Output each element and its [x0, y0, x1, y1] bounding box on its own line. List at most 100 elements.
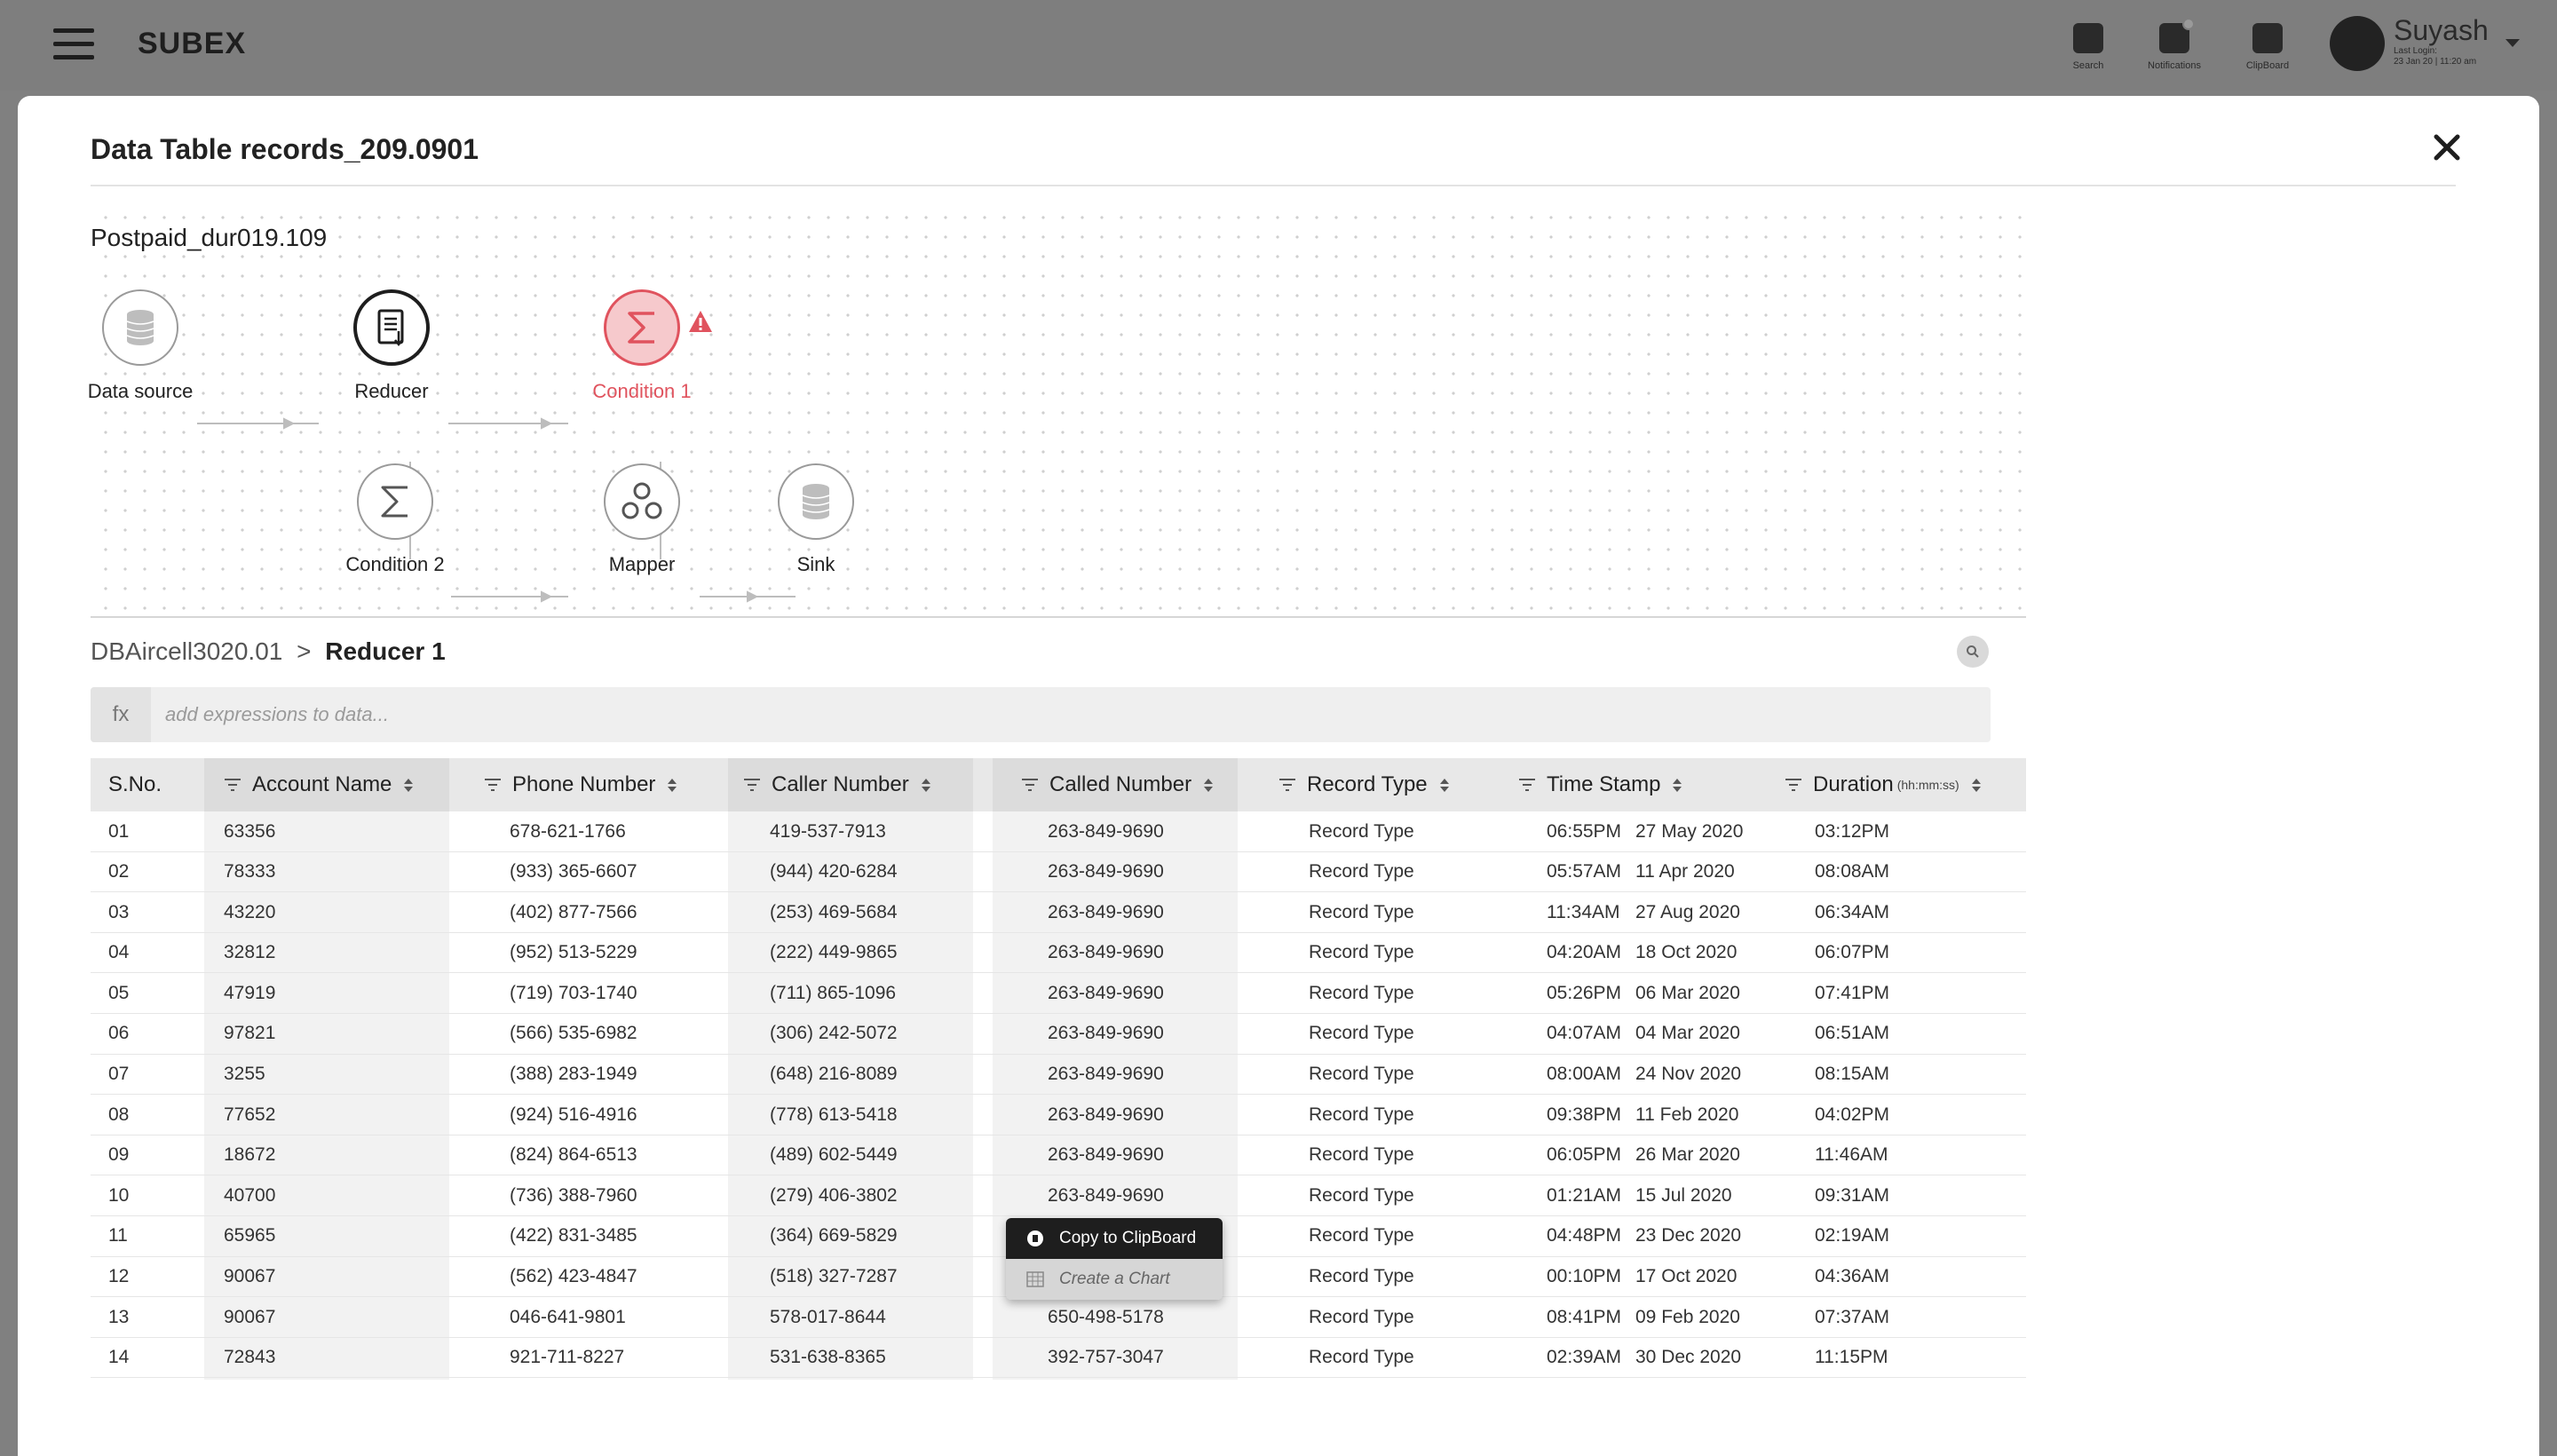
- title-divider: [91, 185, 2456, 186]
- cell-phone-number: (824) 864-6513: [510, 1144, 637, 1166]
- cell-date: 26 Mar 2020: [1635, 1144, 1740, 1166]
- table-search-button[interactable]: [1957, 636, 1989, 668]
- cell-duration: 08:08AM: [1815, 861, 1890, 882]
- cell-caller-number: 419-537-7913: [770, 820, 886, 842]
- breadcrumb-parent[interactable]: DBAircell3020.01: [91, 637, 282, 665]
- header-caller-number[interactable]: Caller Number: [743, 758, 930, 811]
- table-row[interactable]: 04 32812 (952) 513-5229 (222) 449-9865 263-8…: [91, 933, 2026, 974]
- cell-account-name: 65965: [224, 1225, 276, 1246]
- cell-record-type: Record Type: [1309, 1023, 1414, 1044]
- table-row[interactable]: 06 97821 (566) 535-6982 (306) 242-5072 263-8…: [91, 1014, 2026, 1055]
- sort-icon[interactable]: [668, 778, 677, 792]
- node-condition-1[interactable]: [604, 289, 680, 366]
- notifications-button[interactable]: Notifications: [2139, 18, 2210, 71]
- filter-icon[interactable]: [1021, 778, 1039, 792]
- create-chart-item[interactable]: Create a Chart: [1006, 1259, 1223, 1300]
- cell-sno: 01: [108, 820, 130, 842]
- cell-caller-number: (222) 449-9865: [770, 942, 898, 963]
- cell-date: 27 Aug 2020: [1635, 901, 1740, 922]
- cell-duration: 09:31AM: [1815, 1184, 1890, 1206]
- cell-record-type: Record Type: [1309, 1266, 1414, 1287]
- header-record-type[interactable]: Record Type: [1278, 758, 1449, 811]
- filter-icon[interactable]: [1785, 778, 1802, 792]
- expression-input[interactable]: [165, 694, 1976, 735]
- sort-icon[interactable]: [404, 778, 414, 792]
- cell-record-type: Record Type: [1309, 982, 1414, 1003]
- sort-icon[interactable]: [1673, 778, 1682, 792]
- cell-phone-number: (924) 516-4916: [510, 1104, 637, 1125]
- cell-date: 09 Feb 2020: [1635, 1306, 1740, 1327]
- cell-sno: 12: [108, 1266, 130, 1287]
- copy-to-clipboard-item[interactable]: Copy to ClipBoard: [1006, 1218, 1223, 1259]
- cell-date: 17 Oct 2020: [1635, 1266, 1738, 1287]
- clipboard-icon: [2252, 23, 2283, 53]
- cell-account-name: 72843: [224, 1347, 276, 1368]
- sort-icon[interactable]: [1204, 778, 1214, 792]
- node-condition-2[interactable]: [357, 463, 433, 540]
- document-icon: [377, 309, 404, 347]
- header-called-number[interactable]: Called Number: [1021, 758, 1214, 811]
- user-menu[interactable]: Suyash Last Login: 23 Jan 20 | 11:20 am: [2330, 14, 2525, 73]
- sort-icon[interactable]: [1971, 778, 1981, 792]
- table-row[interactable]: 05 47919 (719) 703-1740 (711) 865-1096 263-8…: [91, 973, 2026, 1014]
- cell-phone-number: (562) 423-4847: [510, 1266, 637, 1287]
- clipboard-button[interactable]: ClipBoard: [2232, 23, 2303, 71]
- cell-record-type: Record Type: [1309, 820, 1414, 842]
- filter-icon[interactable]: [743, 778, 761, 792]
- chevron-down-icon[interactable]: [2506, 39, 2520, 47]
- cell-account-name: 90067: [224, 1266, 276, 1287]
- clipboard-label: ClipBoard: [2245, 60, 2290, 71]
- hamburger-menu-icon[interactable]: [53, 28, 94, 60]
- cell-time: 08:00AM: [1547, 1064, 1622, 1085]
- sigma-icon: [381, 486, 408, 518]
- node-reducer[interactable]: [353, 289, 430, 366]
- cell-time: 00:10PM: [1547, 1266, 1622, 1287]
- cell-time: 06:05PM: [1547, 1144, 1622, 1166]
- filter-icon[interactable]: [1278, 778, 1296, 792]
- header-phone-number[interactable]: Phone Number: [484, 758, 677, 811]
- table-row[interactable]: 02 78333 (933) 365-6607 (944) 420-6284 263-8…: [91, 852, 2026, 893]
- table-row[interactable]: 01 63356 678-621-1766 419-537-7913 263-849-9…: [91, 811, 2026, 852]
- cell-called-number: 263-849-9690: [1048, 1144, 1164, 1166]
- sort-icon[interactable]: [921, 778, 930, 792]
- table-row[interactable]: 13 90067 046-641-9801 578-017-8644 650-498-5…: [91, 1297, 2026, 1338]
- avatar: [2330, 16, 2385, 71]
- close-icon[interactable]: [2426, 126, 2468, 169]
- cell-caller-number: (778) 613-5418: [770, 1104, 898, 1125]
- context-menu: Copy to ClipBoard Create a Chart: [1006, 1218, 1223, 1300]
- node-mapper[interactable]: [604, 463, 680, 540]
- header-called-label: Called Number: [1049, 772, 1192, 796]
- cell-caller-number: (648) 216-8089: [770, 1064, 898, 1085]
- filter-icon[interactable]: [224, 778, 241, 792]
- cell-sno: 04: [108, 942, 130, 963]
- sort-icon[interactable]: [1439, 778, 1449, 792]
- cell-called-number: 263-849-9690: [1048, 1064, 1164, 1085]
- user-name: Suyash: [2394, 14, 2489, 46]
- node-sink[interactable]: [778, 463, 854, 540]
- cell-phone-number: (933) 365-6607: [510, 861, 637, 882]
- search-nav-button[interactable]: Search: [2053, 23, 2124, 71]
- filter-icon[interactable]: [1518, 778, 1536, 792]
- table-row[interactable]: 07 3255 (388) 283-1949 (648) 216-8089 263-84…: [91, 1055, 2026, 1096]
- cell-time: 09:38PM: [1547, 1104, 1622, 1125]
- header-duration[interactable]: Duration (hh:mm:ss): [1785, 758, 1981, 811]
- table-row[interactable]: 14 72843 921-711-8227 531-638-8365 392-757-3…: [91, 1338, 2026, 1379]
- fx-label: fx: [91, 687, 151, 742]
- table-row[interactable]: 09 18672 (824) 864-6513 (489) 602-5449 263-8…: [91, 1136, 2026, 1176]
- node-data-source[interactable]: [102, 289, 178, 366]
- cell-called-number: 263-849-9690: [1048, 1184, 1164, 1206]
- table-row[interactable]: 03 43220 (402) 877-7566 (253) 469-5684 263-8…: [91, 892, 2026, 933]
- top-bar: SUBEX Search Notifications ClipBoard Suy…: [0, 0, 2557, 91]
- cell-phone-number: (566) 535-6982: [510, 1023, 637, 1044]
- cell-caller-number: (279) 406-3802: [770, 1184, 898, 1206]
- cell-account-name: 32812: [224, 942, 276, 963]
- header-account-name[interactable]: Account Name: [224, 758, 414, 811]
- header-timestamp-label: Time Stamp: [1547, 772, 1661, 796]
- cell-record-type: Record Type: [1309, 1225, 1414, 1246]
- header-time-stamp[interactable]: Time Stamp: [1518, 758, 1682, 811]
- table-row[interactable]: 08 77652 (924) 516-4916 (778) 613-5418 263-8…: [91, 1095, 2026, 1136]
- brand-logo: SUBEX: [138, 27, 247, 60]
- table-row[interactable]: 10 40700 (736) 388-7960 (279) 406-3802 263-8…: [91, 1175, 2026, 1216]
- cell-record-type: Record Type: [1309, 1306, 1414, 1327]
- filter-icon[interactable]: [484, 778, 502, 792]
